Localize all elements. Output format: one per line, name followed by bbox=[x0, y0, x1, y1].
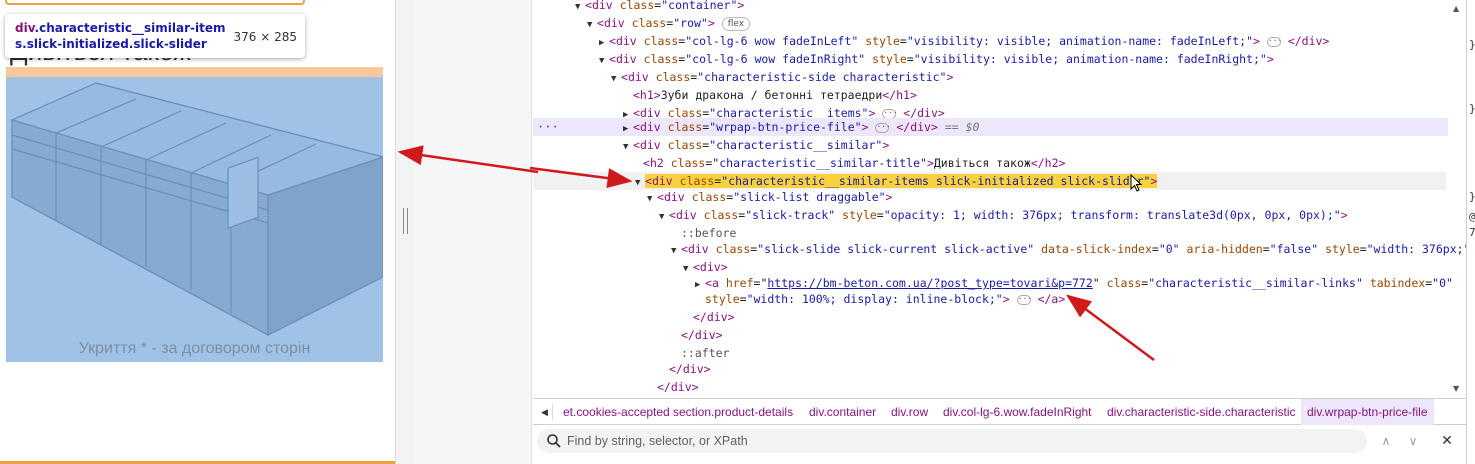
href-link[interactable]: https://bm-beton.com.ua/?post_type=tovar… bbox=[767, 276, 1092, 290]
dom-node-col-left[interactable]: ▶ <div class="col-lg-6 wow fadeInLeft" st… bbox=[533, 32, 1448, 50]
breadcrumb-scroll-left-icon[interactable]: ◀ bbox=[537, 403, 553, 421]
previous-match-icon[interactable]: ∧ bbox=[1377, 432, 1395, 450]
next-match-icon[interactable]: ∨ bbox=[1404, 432, 1422, 450]
devtools-gutter bbox=[414, 0, 532, 464]
dom-node-col-right[interactable]: ▼ <div class="col-lg-6 wow fadeInRight" s… bbox=[533, 50, 1448, 68]
search-input[interactable] bbox=[567, 431, 1347, 451]
tooltip-size: 376 × 285 bbox=[233, 30, 298, 44]
dom-node-close-div[interactable]: </div> bbox=[533, 326, 1448, 344]
slider-element-highlight[interactable]: Укриття * - за договором сторін bbox=[6, 77, 383, 362]
dom-node-close-div[interactable]: </div> bbox=[533, 378, 1448, 396]
splitter-grip-icon[interactable] bbox=[403, 208, 408, 234]
dom-node-container[interactable]: ▼ <div class="container"> bbox=[533, 0, 1448, 14]
dom-node-similar-title[interactable]: <h2 class="characteristic__similar-title… bbox=[533, 154, 1448, 172]
dom-node-slick-list[interactable]: ▼ <div class="slick-list draggable"> bbox=[533, 188, 1448, 206]
page-preview: Дивіться також bbox=[0, 0, 395, 464]
ellipsis-icon[interactable]: ··· bbox=[1266, 36, 1282, 47]
selected-node-marker: == $0 bbox=[944, 120, 980, 134]
ellipsis-icon[interactable]: ··· bbox=[1016, 294, 1032, 305]
dom-node-similar-link-cont[interactable]: style="width: 100%; display: inline-bloc… bbox=[533, 290, 1448, 308]
breadcrumb-item[interactable]: et.cookies-accepted bbox=[557, 399, 676, 425]
scroll-up-icon[interactable]: ▲ bbox=[1453, 4, 1459, 13]
dom-node-characteristic-side[interactable]: ▼ <div class="characteristic-side charact… bbox=[533, 68, 1448, 86]
styles-pane-edge: } } } @ 7 bbox=[1466, 0, 1475, 464]
mouse-cursor-icon bbox=[1130, 174, 1143, 192]
slide-caption: Укриття * - за договором сторін bbox=[78, 340, 311, 357]
dom-node-close-div[interactable]: </div> bbox=[533, 308, 1448, 326]
breadcrumb-item-active[interactable]: div.wrpap-btn-price-file bbox=[1301, 399, 1434, 425]
breadcrumb: ◀ et.cookies-accepted section.product-de… bbox=[533, 398, 1466, 425]
search-icon bbox=[547, 434, 561, 448]
ellipsis-icon[interactable]: ··· bbox=[875, 122, 891, 133]
concrete-shelter-image bbox=[10, 82, 383, 337]
dom-node-close-div[interactable]: </div> bbox=[533, 360, 1448, 378]
elements-tree[interactable]: ▼ <div class="container"> ▼ <div class="ro… bbox=[533, 0, 1466, 398]
dom-node-row[interactable]: ▼ <div class="row"> flex bbox=[533, 14, 1448, 32]
tooltip-tag: div bbox=[15, 21, 35, 35]
dom-node-wrpap-btn-price-file[interactable]: ··· ▶ <div class="wrpap-btn-price-file"> … bbox=[533, 118, 1448, 136]
dom-node-h1[interactable]: <h1>Зуби дракона / бетонні тетраедри</h1… bbox=[533, 86, 1448, 104]
close-icon[interactable]: ✕ bbox=[1438, 432, 1456, 450]
breadcrumb-item[interactable]: div.container bbox=[803, 399, 882, 425]
tooltip-classes: .characteristic__similar-items.slick-ini… bbox=[15, 21, 226, 51]
tooltip-selector: div.characteristic__similar-items.slick-… bbox=[15, 20, 237, 52]
scroll-down-icon[interactable]: ▼ bbox=[1453, 384, 1459, 393]
flex-badge[interactable]: flex bbox=[721, 16, 751, 31]
dom-node-slick-track[interactable]: ▼ <div class="slick-track" style="opacity… bbox=[533, 206, 1448, 224]
selected-tag-highlight[interactable]: <div class="characteristic__similar-item… bbox=[645, 174, 1158, 188]
search-field[interactable] bbox=[537, 429, 1367, 453]
breadcrumb-item[interactable]: div.characteristic-side.characteristic bbox=[1101, 399, 1302, 425]
breadcrumb-item[interactable]: section.product-details bbox=[667, 399, 799, 425]
dom-node-characteristic-similar[interactable]: ▼ <div class="characteristic__similar"> bbox=[533, 136, 1448, 154]
dom-node-slick-slide[interactable]: ▼ <div class="slick-slide slick-current s… bbox=[533, 240, 1466, 258]
elements-scrollbar[interactable]: ▲ ▼ bbox=[1450, 0, 1464, 398]
search-bar: ∧ ∨ ✕ bbox=[533, 425, 1466, 464]
more-options-icon[interactable]: ··· bbox=[537, 118, 559, 136]
inspect-tooltip: div.characteristic__similar-items.slick-… bbox=[5, 14, 305, 58]
breadcrumb-item[interactable]: div.row bbox=[885, 399, 934, 425]
breadcrumb-item[interactable]: div.col-lg-6.wow.fadeInRight bbox=[937, 399, 1098, 425]
highlight-box-previous bbox=[5, 0, 305, 5]
margin-overlay bbox=[6, 67, 383, 77]
ellipsis-icon[interactable]: ··· bbox=[882, 108, 898, 119]
panel-splitter[interactable] bbox=[395, 0, 414, 464]
